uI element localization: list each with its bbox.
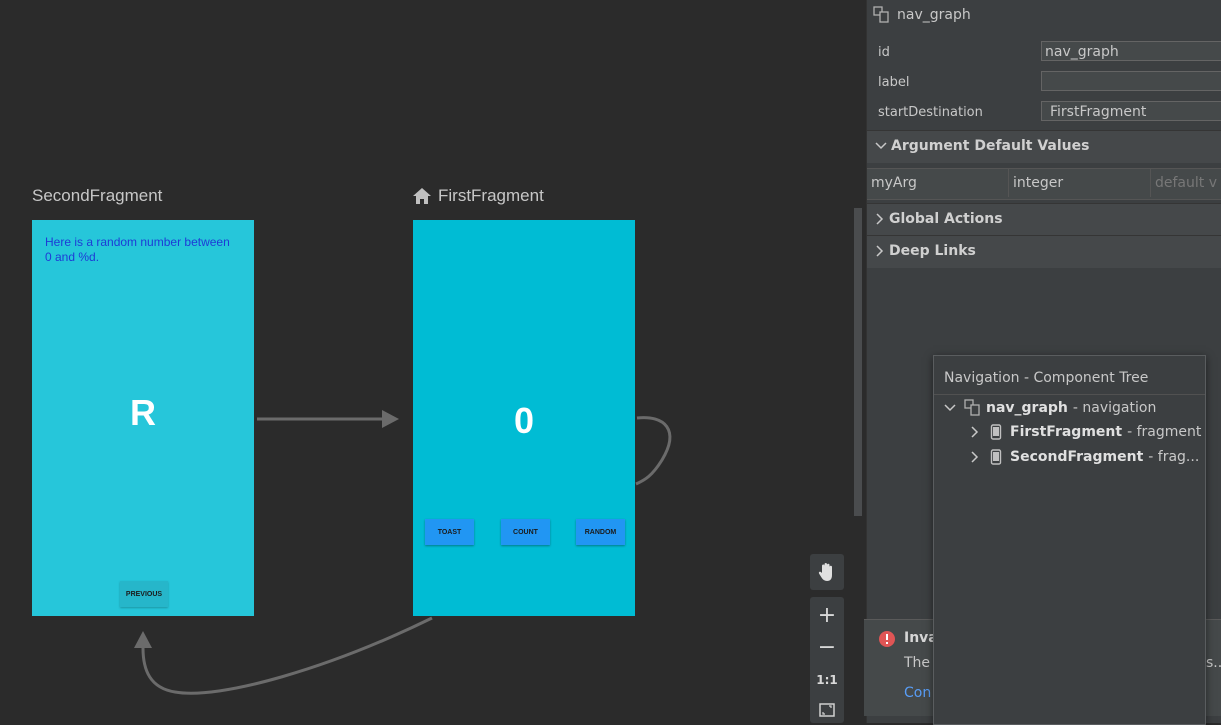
- fit-screen-icon: [819, 703, 835, 717]
- global-actions-label: Global Actions: [889, 211, 1003, 227]
- tree-item-first-fragment[interactable]: FirstFragment - fragment: [970, 424, 1201, 440]
- random-button: RANDOM: [576, 519, 625, 545]
- action-arrow-first-self: [635, 416, 672, 486]
- attr-label-id: id: [878, 45, 890, 60]
- second-fragment-big-text: R: [130, 392, 156, 433]
- navigation-design-canvas[interactable]: SecondFragment Here is a random number b…: [0, 0, 866, 723]
- argument-name: myArg: [867, 169, 1009, 197]
- attr-label-label: label: [878, 75, 910, 90]
- tree-item-name: FirstFragment: [1010, 424, 1123, 440]
- chevron-down-icon: [944, 404, 956, 412]
- zoom-to-fit-button[interactable]: [810, 697, 844, 723]
- tree-item-name: nav_graph: [986, 400, 1068, 416]
- chevron-right-icon: [876, 245, 884, 257]
- minus-icon: −: [817, 634, 837, 660]
- deep-links-label: Deep Links: [889, 243, 976, 259]
- error-message-end: s..: [1206, 655, 1221, 671]
- toast-button: TOAST: [425, 519, 474, 545]
- argument-default-value-field[interactable]: default v: [1151, 169, 1221, 197]
- chevron-down-icon: [875, 142, 887, 150]
- second-fragment-text: Here is a random number between 0 and %d…: [45, 235, 230, 264]
- canvas-vertical-scrollbar[interactable]: [854, 208, 862, 516]
- tree-item-nav-graph[interactable]: nav_graph - navigation: [944, 399, 1156, 417]
- tree-item-name: SecondFragment: [1010, 449, 1144, 465]
- label-field[interactable]: [1041, 71, 1221, 91]
- first-fragment-big-text: 0: [513, 400, 535, 441]
- second-fragment-preview[interactable]: Here is a random number between 0 and %d…: [32, 220, 254, 616]
- component-tree-title: Navigation - Component Tree: [944, 370, 1149, 386]
- attr-label-start-destination: startDestination: [878, 105, 983, 120]
- attributes-header: nav_graph: [873, 6, 971, 24]
- tree-item-second-fragment[interactable]: SecondFragment - frag...: [970, 449, 1199, 465]
- argument-default-values-label: Argument Default Values: [891, 138, 1090, 154]
- attributes-header-title: nav_graph: [897, 7, 971, 23]
- tree-item-kind: - navigation: [1072, 400, 1157, 416]
- start-destination-dropdown[interactable]: FirstFragment: [1041, 101, 1221, 121]
- tree-item-kind: - frag...: [1148, 449, 1200, 465]
- argument-default-values-section[interactable]: Argument Default Values: [867, 130, 1221, 163]
- second-fragment-title[interactable]: SecondFragment: [32, 186, 162, 206]
- phone-icon: [990, 449, 1002, 465]
- chevron-right-icon: [876, 213, 884, 225]
- argument-row: myArg integer default v: [867, 168, 1221, 200]
- pan-tool-button[interactable]: [810, 554, 844, 590]
- attr-row-label: label: [867, 68, 1221, 98]
- chevron-right-icon: [971, 451, 979, 463]
- zoom-to-actual-size-button[interactable]: 1:1: [810, 665, 844, 695]
- chevron-right-icon: [971, 426, 979, 438]
- phone-icon: [990, 424, 1002, 440]
- error-icon: [879, 631, 895, 647]
- zoom-out-button[interactable]: −: [810, 632, 844, 662]
- deep-links-section[interactable]: Deep Links: [867, 235, 1221, 268]
- tree-item-kind: - fragment: [1127, 424, 1202, 440]
- first-fragment-preview[interactable]: 0 TOAST COUNT RANDOM: [413, 220, 635, 616]
- attr-row-start-destination: startDestination FirstFragment: [867, 98, 1221, 128]
- component-tree-popup: Navigation - Component Tree nav_graph - …: [933, 355, 1206, 725]
- plus-icon: +: [817, 602, 837, 628]
- error-link[interactable]: Con: [904, 685, 931, 701]
- previous-button: PREVIOUS: [120, 581, 168, 607]
- first-fragment-title: FirstFragment: [438, 186, 544, 205]
- attr-row-id: id nav_graph: [867, 38, 1221, 68]
- argument-type: integer: [1009, 169, 1151, 197]
- zoom-in-button[interactable]: +: [810, 600, 844, 630]
- global-actions-section[interactable]: Global Actions: [867, 203, 1221, 236]
- home-icon: [413, 188, 431, 204]
- nav-graph-icon: [873, 6, 889, 23]
- count-button: COUNT: [501, 519, 550, 545]
- first-fragment-title-wrap[interactable]: FirstFragment: [412, 186, 544, 206]
- action-arrow-first-to-second: [141, 616, 433, 695]
- hand-icon: [818, 563, 832, 581]
- tree-divider: [934, 394, 1205, 395]
- nav-graph-icon: [964, 399, 980, 416]
- error-message-start: The: [904, 655, 931, 671]
- id-field[interactable]: nav_graph: [1041, 41, 1221, 61]
